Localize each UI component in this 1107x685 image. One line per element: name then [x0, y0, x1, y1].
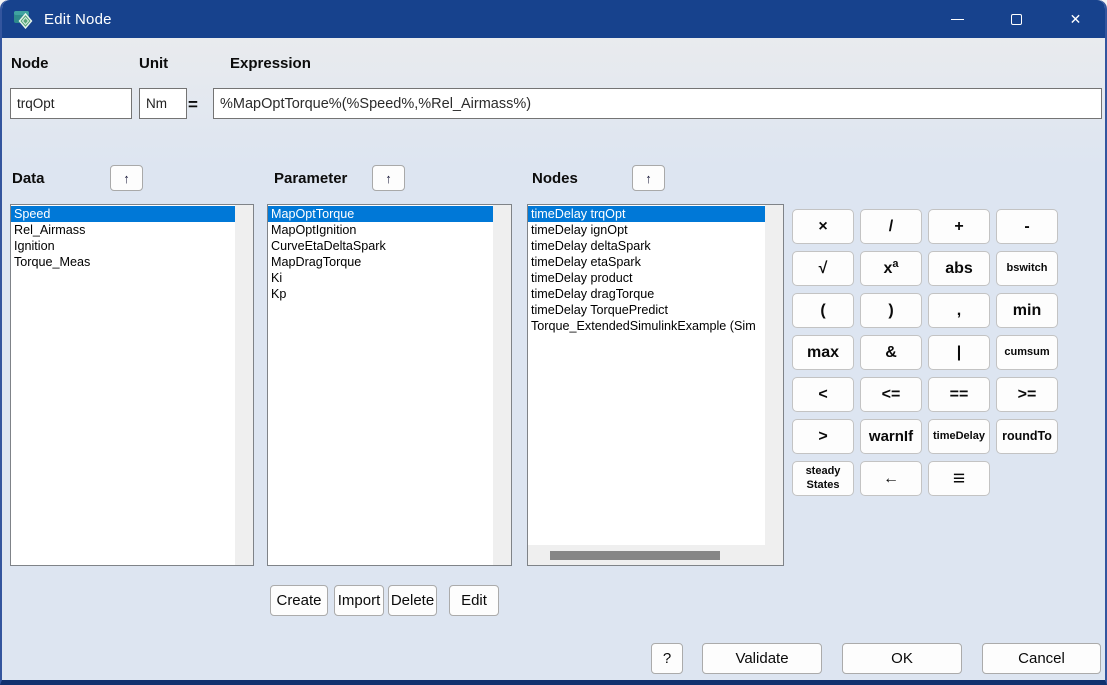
close-paren-button[interactable]: ): [860, 293, 922, 328]
or-button[interactable]: |: [928, 335, 990, 370]
nodes-listbox: timeDelay trqOpttimeDelay ignOpttimeDela…: [527, 204, 784, 566]
steadystates-button[interactable]: steady States: [792, 461, 854, 496]
parameter-list-label: Parameter: [274, 170, 347, 187]
delete-button[interactable]: Delete: [388, 585, 437, 616]
greater-than-button[interactable]: >: [792, 419, 854, 454]
less-than-button[interactable]: <: [792, 377, 854, 412]
help-button[interactable]: ?: [651, 643, 683, 674]
roundto-button[interactable]: roundTo: [996, 419, 1058, 454]
scrollbar-thumb[interactable]: [550, 551, 720, 560]
list-item[interactable]: Torque_Meas: [11, 254, 235, 270]
parameter-listbox: MapOptTorqueMapOptIgnitionCurveEtaDeltaS…: [267, 204, 512, 566]
data-listbox: SpeedRel_AirmassIgnitionTorque_Meas: [10, 204, 254, 566]
list-item[interactable]: MapOptTorque: [268, 206, 493, 222]
list-item[interactable]: Torque_ExtendedSimulinkExample (Sim: [528, 318, 765, 334]
list-item[interactable]: Ignition: [11, 238, 235, 254]
nodes-horizontal-scrollbar[interactable]: [528, 545, 765, 565]
unit-label: Unit: [139, 55, 168, 72]
abs-button[interactable]: abs: [928, 251, 990, 286]
minimize-button[interactable]: [928, 0, 987, 38]
menu-button[interactable]: ≡: [928, 461, 990, 496]
data-vertical-scrollbar[interactable]: [235, 205, 253, 565]
edit-button[interactable]: Edit: [449, 585, 499, 616]
equal-button[interactable]: ==: [928, 377, 990, 412]
nodes-list: timeDelay trqOpttimeDelay ignOpttimeDela…: [528, 206, 765, 545]
list-item[interactable]: timeDelay product: [528, 270, 765, 286]
up-arrow-icon: ↑: [123, 171, 130, 186]
less-equal-button[interactable]: <=: [860, 377, 922, 412]
maximize-button[interactable]: [987, 0, 1046, 38]
window-title: Edit Node: [44, 11, 112, 28]
node-label: Node: [11, 55, 49, 72]
data-sort-button[interactable]: ↑: [110, 165, 143, 191]
divide-button[interactable]: /: [860, 209, 922, 244]
back-arrow-button[interactable]: ←: [860, 461, 922, 496]
warnif-button[interactable]: warnIf: [860, 419, 922, 454]
close-button[interactable]: ✕: [1046, 0, 1105, 38]
parameter-list: MapOptTorqueMapOptIgnitionCurveEtaDeltaS…: [268, 206, 493, 565]
greater-equal-button[interactable]: >=: [996, 377, 1058, 412]
list-item[interactable]: MapOptIgnition: [268, 222, 493, 238]
expression-input[interactable]: [213, 88, 1102, 119]
max-button[interactable]: max: [792, 335, 854, 370]
list-item[interactable]: timeDelay TorquePredict: [528, 302, 765, 318]
list-item[interactable]: timeDelay trqOpt: [528, 206, 765, 222]
title-bar: Edit Node ✕: [2, 0, 1105, 38]
list-item[interactable]: timeDelay deltaSpark: [528, 238, 765, 254]
validate-button[interactable]: Validate: [702, 643, 822, 674]
nodes-list-label: Nodes: [532, 170, 578, 187]
timedelay-button[interactable]: timeDelay: [928, 419, 990, 454]
and-button[interactable]: &: [860, 335, 922, 370]
cumsum-button[interactable]: cumsum: [996, 335, 1058, 370]
window-controls: ✕: [928, 0, 1105, 38]
data-list: SpeedRel_AirmassIgnitionTorque_Meas: [11, 206, 235, 565]
up-arrow-icon: ↑: [645, 171, 652, 186]
cancel-button[interactable]: Cancel: [982, 643, 1101, 674]
ok-button[interactable]: OK: [842, 643, 962, 674]
list-item[interactable]: Kp: [268, 286, 493, 302]
nodes-vertical-scrollbar[interactable]: [765, 205, 783, 565]
list-item[interactable]: MapDragTorque: [268, 254, 493, 270]
list-item[interactable]: Rel_Airmass: [11, 222, 235, 238]
minus-button[interactable]: -: [996, 209, 1058, 244]
power-button[interactable]: xa: [860, 251, 922, 286]
list-item[interactable]: timeDelay etaSpark: [528, 254, 765, 270]
edit-node-dialog: Edit Node ✕ Node Unit Expression = Data …: [0, 0, 1107, 685]
up-arrow-icon: ↑: [385, 171, 392, 186]
close-icon: ✕: [1070, 11, 1082, 28]
expression-label: Expression: [230, 55, 311, 72]
equals-sign: =: [188, 95, 198, 115]
app-icon: [13, 9, 35, 29]
list-item[interactable]: timeDelay ignOpt: [528, 222, 765, 238]
data-list-label: Data: [12, 170, 45, 187]
list-item[interactable]: CurveEtaDeltaSpark: [268, 238, 493, 254]
maximize-icon: [1011, 14, 1022, 25]
list-item[interactable]: Ki: [268, 270, 493, 286]
create-button[interactable]: Create: [270, 585, 328, 616]
list-item[interactable]: Speed: [11, 206, 235, 222]
open-paren-button[interactable]: (: [792, 293, 854, 328]
list-item[interactable]: timeDelay dragTorque: [528, 286, 765, 302]
minimize-icon: [951, 19, 964, 20]
node-input[interactable]: [10, 88, 132, 119]
nodes-sort-button[interactable]: ↑: [632, 165, 665, 191]
parameter-vertical-scrollbar[interactable]: [493, 205, 511, 565]
operator-grid: ×/+-√xaabsbswitch(),minmax&|cumsum<<===>…: [792, 209, 1058, 496]
comma-button[interactable]: ,: [928, 293, 990, 328]
sqrt-button[interactable]: √: [792, 251, 854, 286]
unit-input[interactable]: [139, 88, 187, 119]
plus-button[interactable]: +: [928, 209, 990, 244]
import-button[interactable]: Import: [334, 585, 384, 616]
bswitch-button[interactable]: bswitch: [996, 251, 1058, 286]
parameter-sort-button[interactable]: ↑: [372, 165, 405, 191]
min-button[interactable]: min: [996, 293, 1058, 328]
multiply-button[interactable]: ×: [792, 209, 854, 244]
